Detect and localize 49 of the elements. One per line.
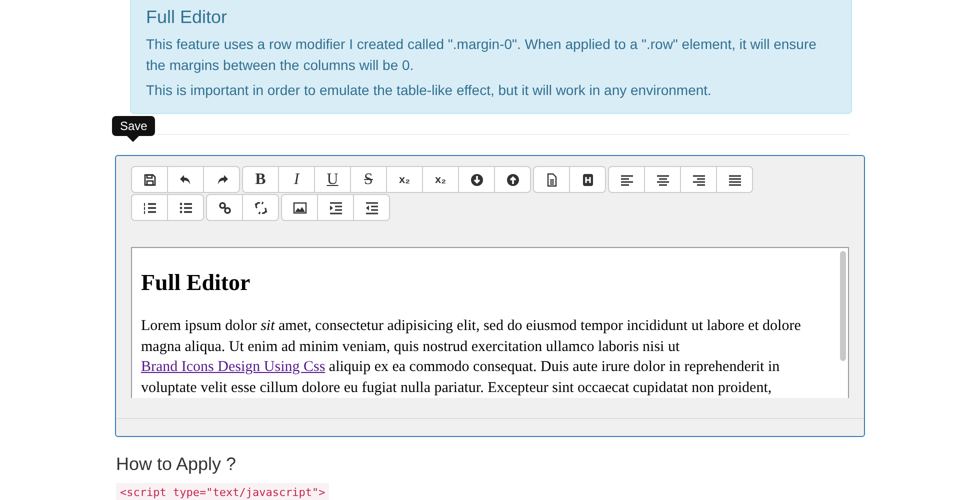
file-icon <box>544 172 558 186</box>
undo-icon <box>178 172 192 186</box>
outdent-icon <box>364 200 378 214</box>
toolbar-button[interactable] <box>353 194 390 221</box>
toolbar-button[interactable] <box>533 166 570 193</box>
panel-title: Full Editor <box>146 7 228 28</box>
toolbar-button[interactable] <box>167 194 204 221</box>
toolbar-button[interactable] <box>203 166 240 193</box>
align-center-icon <box>656 172 670 186</box>
toolbar-button[interactable] <box>281 194 318 221</box>
toolbar-button[interactable] <box>131 194 168 221</box>
image-icon <box>292 200 306 214</box>
content-paragraph: Lorem ipsum dolor sit amet, consectetur adipisicing elit, sed do eiusmod tempor incididunt ut labore et dolore magna aliqua. Ut enim ad minim veniam, quis nostrud exercitation ullamco laboris nisi ut Brand Icons Design Using Css aliquip ex ea commodo consequat. Duis aute irure dolor in reprehenderit in voluptate velit esse cillum dolore eu fugiat nulla pariatur. Excepteur sint occaecat cupidatat non proident, <box>141 317 802 398</box>
content-link[interactable]: Brand Icons Design Using Css <box>141 359 326 375</box>
format-button[interactable]: I <box>278 166 315 193</box>
format-button[interactable]: S <box>350 166 387 193</box>
link-icon <box>218 200 232 214</box>
format-button[interactable]: x₂ <box>422 166 459 193</box>
toolbar-button[interactable] <box>167 166 204 193</box>
content-heading: Full Editor <box>141 270 252 296</box>
code-snippet: <script type="text/javascript"> <box>116 483 330 500</box>
format-button[interactable]: x₂ <box>386 166 423 193</box>
justify-icon <box>728 172 742 186</box>
toolbar-button[interactable] <box>494 166 531 193</box>
save-icon <box>142 172 156 186</box>
tooltip-arrow-icon <box>127 136 139 142</box>
editor-content-area[interactable] <box>131 247 849 398</box>
format-button[interactable]: B <box>242 166 279 193</box>
toolbar-button[interactable] <box>569 166 606 193</box>
scrollbar[interactable] <box>840 251 846 361</box>
align-left-icon <box>620 172 634 186</box>
toolbar-button[interactable] <box>608 166 645 193</box>
panel-text: This feature uses a row modifier I created called ".margin-0". When applied to a ".row" element, it will ensure the margins between the columns will be 0. <box>146 35 818 75</box>
format-button[interactable]: U <box>314 166 351 193</box>
indent-icon <box>328 200 342 214</box>
down-icon <box>470 172 484 186</box>
toolbar-button[interactable] <box>644 166 681 193</box>
heading-icon <box>580 172 594 186</box>
toolbar-button[interactable] <box>206 194 243 221</box>
toolbar-button[interactable] <box>716 166 753 193</box>
toolbar-button[interactable] <box>242 194 279 221</box>
section-heading: How to Apply ? <box>116 454 238 475</box>
toolbar-button[interactable] <box>131 166 168 193</box>
toolbar-button[interactable] <box>458 166 495 193</box>
toolbar-button[interactable] <box>680 166 717 193</box>
align-right-icon <box>692 172 706 186</box>
up-icon <box>506 172 520 186</box>
panel-text: This is important in order to emulate the table-like effect, but it will work in any environment. <box>146 81 712 100</box>
toolbar-button[interactable] <box>317 194 354 221</box>
